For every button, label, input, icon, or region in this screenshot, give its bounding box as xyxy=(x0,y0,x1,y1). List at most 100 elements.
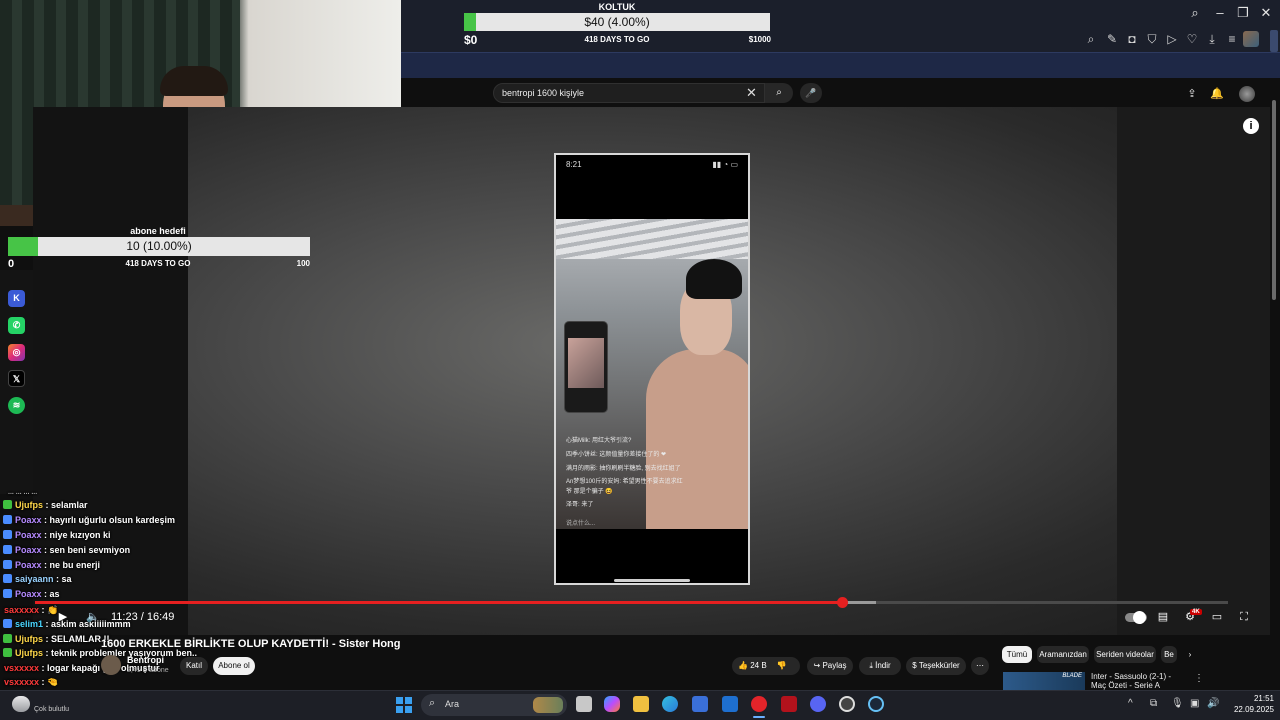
outlook-icon[interactable] xyxy=(722,696,738,712)
menu-icon[interactable]: ≡ xyxy=(1224,31,1240,47)
video-progress-bar[interactable] xyxy=(35,597,1228,608)
search-button[interactable]: ⌕ xyxy=(765,83,793,103)
clock-date[interactable]: 22.09.2025 xyxy=(1222,705,1274,714)
subscribe-button[interactable]: Abone ol xyxy=(213,657,255,675)
whatsapp-icon: ✆ xyxy=(8,317,25,334)
recommended-more-icon[interactable]: ⋮ xyxy=(1194,673,1204,684)
chat-text: ne bu enerji xyxy=(49,560,101,570)
chat-username: saxxxxx xyxy=(4,605,40,615)
chat-username: vsxxxxx xyxy=(4,677,40,687)
red-app-icon[interactable] xyxy=(781,696,797,712)
quality-badge: 4K xyxy=(1190,609,1202,615)
chat-text: sa xyxy=(61,574,72,584)
upload-icon[interactable]: ⇪ xyxy=(1184,86,1200,102)
taskbar-search[interactable]: ⌕ Ara xyxy=(421,694,567,716)
koltuk-goal-max: $1000 xyxy=(748,35,771,44)
chat-username: saiyaann xyxy=(15,574,54,584)
abone-goal-max: 100 xyxy=(296,259,310,268)
clear-search-icon[interactable]: ✕ xyxy=(746,84,757,102)
minimize-icon[interactable]: – xyxy=(1210,3,1230,23)
dislike-icon[interactable]: 👎 xyxy=(777,661,787,670)
subtitles-icon[interactable]: ▤ xyxy=(1156,610,1170,624)
abone-goal-amount: 10 (10.00%) xyxy=(126,239,192,253)
microphone-tray-icon[interactable]: 🎙 xyxy=(1171,698,1184,709)
tray-chevron-icon[interactable]: ^ xyxy=(1128,698,1133,709)
play-extension-icon[interactable]: ▷ xyxy=(1164,31,1180,47)
cloud-icon[interactable] xyxy=(12,696,30,712)
opera-gx-icon[interactable] xyxy=(751,696,767,712)
task-view-icon[interactable] xyxy=(576,696,592,712)
edit-icon[interactable]: ✎ xyxy=(1104,31,1120,47)
youtube-account-avatar[interactable] xyxy=(1239,86,1255,102)
shield-icon[interactable]: ⛉ xyxy=(1144,31,1160,47)
mic-icon[interactable]: 🎤 xyxy=(800,83,822,103)
start-button[interactable] xyxy=(396,697,412,713)
like-dislike-group[interactable]: 👍 24 B 👎 xyxy=(732,657,800,675)
chat-separator: : xyxy=(53,574,62,584)
join-button[interactable]: Katıl xyxy=(180,657,208,675)
chat-message: Poaxx : as xyxy=(0,587,60,601)
edge-icon[interactable] xyxy=(662,696,678,712)
download-icon[interactable]: ⤓ xyxy=(1204,31,1220,47)
search-highlight-art xyxy=(533,697,563,713)
tray-app-icon[interactable]: ⧉ xyxy=(1150,698,1157,709)
share-button[interactable]: ↪ Paylaş xyxy=(807,657,853,675)
like-icon[interactable]: 👍 xyxy=(738,661,748,670)
info-icon[interactable]: i xyxy=(1243,118,1259,134)
abone-goal-widget: abone hedefi 10 (10.00%) 0 418 DAYS TO G… xyxy=(6,225,310,270)
store-icon[interactable] xyxy=(692,696,708,712)
chevron-right-icon[interactable]: › xyxy=(1182,646,1198,663)
notifications-icon[interactable]: 🔔 xyxy=(1209,86,1225,102)
chip-more[interactable]: Be xyxy=(1161,646,1177,663)
sidebar-toggle[interactable] xyxy=(1270,30,1278,52)
more-actions-icon[interactable]: ⋯ xyxy=(971,657,989,675)
close-icon[interactable]: ✕ xyxy=(1256,3,1276,23)
phone-home-indicator xyxy=(614,579,690,582)
obs-icon[interactable] xyxy=(839,696,855,712)
clock-time[interactable]: 21:51 xyxy=(1230,694,1274,703)
volume-icon[interactable]: 🔈 xyxy=(86,610,100,624)
man-hair xyxy=(686,259,742,299)
speaker-icon[interactable]: 🔊 xyxy=(1207,698,1219,709)
recommended-thumbnail[interactable]: BLADE xyxy=(1003,672,1085,690)
man-in-video xyxy=(646,259,748,529)
channel-avatar[interactable] xyxy=(101,655,121,675)
phone-chat-line: 爷 那是个骗子 😆 xyxy=(566,489,613,495)
chat-separator: : xyxy=(39,677,48,687)
theater-mode-icon[interactable]: ▭ xyxy=(1210,610,1224,624)
maximize-icon[interactable]: ❐ xyxy=(1233,3,1253,23)
browser-search-icon[interactable]: ⌕ xyxy=(1185,3,1205,23)
chip-series[interactable]: Seriden videolar xyxy=(1094,646,1156,663)
channel-name[interactable]: Bentropi xyxy=(127,655,164,665)
chat-username: Poaxx xyxy=(15,515,42,525)
autoplay-knob[interactable] xyxy=(1133,611,1146,624)
network-icon[interactable]: ▣ xyxy=(1190,698,1199,709)
chat-text: niye kızıyon ki xyxy=(49,530,111,540)
search-icon: ⌕ xyxy=(429,697,436,709)
search-input[interactable]: bentropi 1600 kişiyle ✕ xyxy=(493,83,765,103)
profile-avatar[interactable] xyxy=(1243,31,1259,47)
play-icon[interactable]: ▶ xyxy=(56,610,70,624)
extension-search-icon[interactable]: ⌕ xyxy=(1083,31,1099,47)
steam-icon[interactable] xyxy=(868,696,884,712)
camera-icon[interactable]: ◘ xyxy=(1124,31,1140,47)
chat-username: Ujufps xyxy=(15,500,43,510)
thanks-button[interactable]: $ Teşekkürler xyxy=(906,657,966,675)
page-scrollbar[interactable] xyxy=(1272,100,1276,300)
chat-separator: : xyxy=(41,515,50,525)
gym-ceiling xyxy=(556,219,748,259)
chip-all[interactable]: Tümü xyxy=(1002,646,1032,663)
chat-text: hayırlı uğurlu olsun kardeşim xyxy=(49,515,176,525)
download-button[interactable]: ⤓ İndir xyxy=(859,657,901,675)
copilot-icon[interactable] xyxy=(604,696,620,712)
abone-goal-bar: 10 (10.00%) xyxy=(8,237,310,256)
heart-icon[interactable]: ♡ xyxy=(1184,31,1200,47)
file-explorer-icon[interactable] xyxy=(633,696,649,712)
chip-from-search[interactable]: Aramanızdan xyxy=(1037,646,1089,663)
chat-badge-icon xyxy=(3,589,12,598)
fullscreen-icon[interactable]: ⛶ xyxy=(1237,610,1251,624)
chat-separator: : xyxy=(43,634,51,644)
chat-separator: : xyxy=(43,500,51,510)
taskbar-search-label: Ara xyxy=(445,699,460,709)
discord-icon[interactable] xyxy=(810,696,826,712)
